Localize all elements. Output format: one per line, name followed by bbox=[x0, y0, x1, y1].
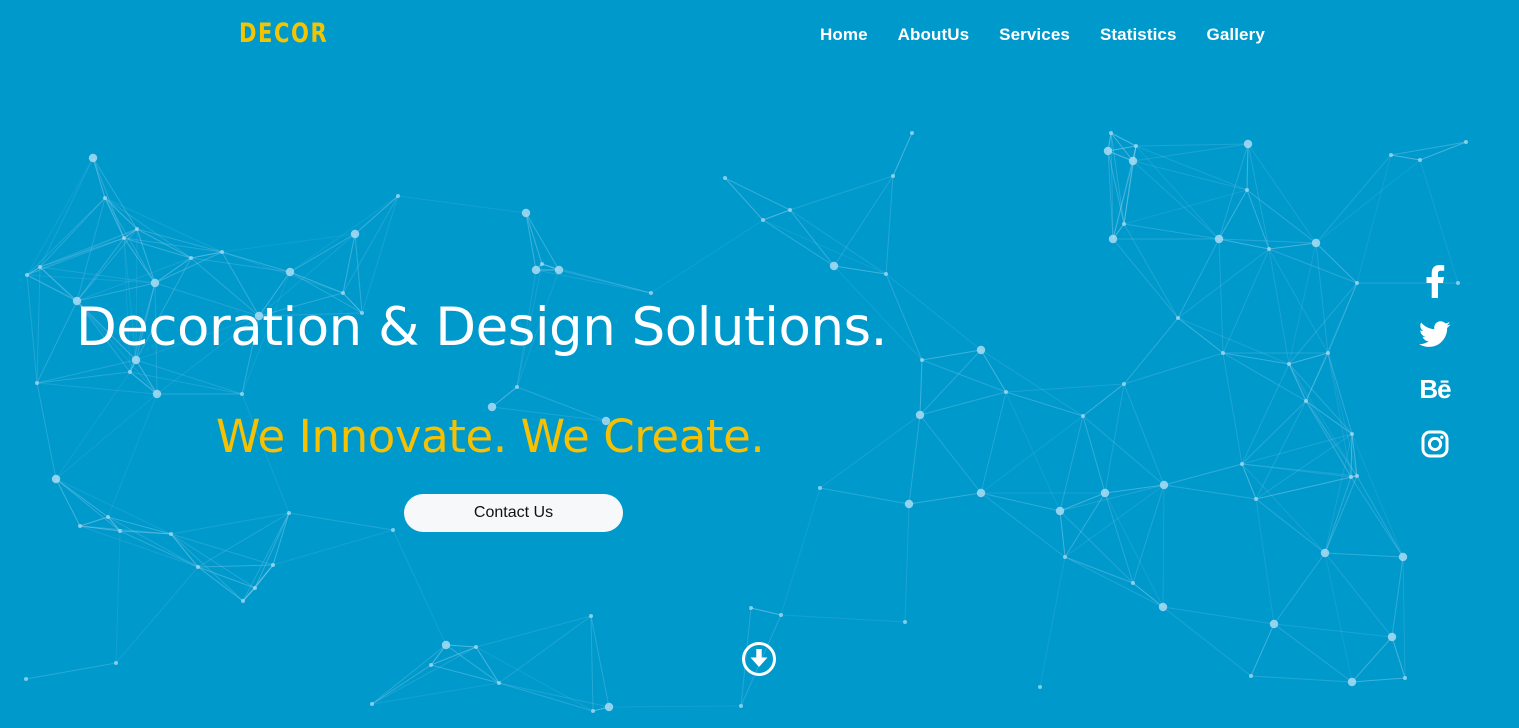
behance-icon[interactable]: Bē bbox=[1416, 370, 1454, 408]
nav-item-home[interactable]: Home bbox=[820, 25, 868, 45]
nav-item-statistics[interactable]: Statistics bbox=[1100, 25, 1177, 45]
contact-us-button[interactable]: Contact Us bbox=[404, 494, 623, 532]
nav-item-services[interactable]: Services bbox=[999, 25, 1070, 45]
twitter-icon[interactable] bbox=[1416, 315, 1454, 353]
particle-network-background bbox=[24, 131, 1468, 713]
behance-label: Bē bbox=[1419, 373, 1451, 404]
hero-subtitle: We Innovate. We Create. bbox=[216, 410, 765, 463]
hero-title: Decoration & Design Solutions. bbox=[76, 297, 888, 358]
arrow-down-circle-icon[interactable] bbox=[741, 641, 777, 677]
page: DECOR Home AboutUs Services Statistics G… bbox=[0, 0, 1519, 728]
nav-item-gallery[interactable]: Gallery bbox=[1207, 25, 1265, 45]
brand-logo[interactable]: DECOR bbox=[239, 18, 328, 49]
nav-item-aboutus[interactable]: AboutUs bbox=[898, 25, 970, 45]
main-nav: Home AboutUs Services Statistics Gallery bbox=[820, 25, 1265, 45]
site-header: DECOR Home AboutUs Services Statistics G… bbox=[0, 0, 1519, 72]
facebook-icon[interactable] bbox=[1416, 262, 1454, 300]
instagram-icon[interactable] bbox=[1416, 425, 1454, 463]
